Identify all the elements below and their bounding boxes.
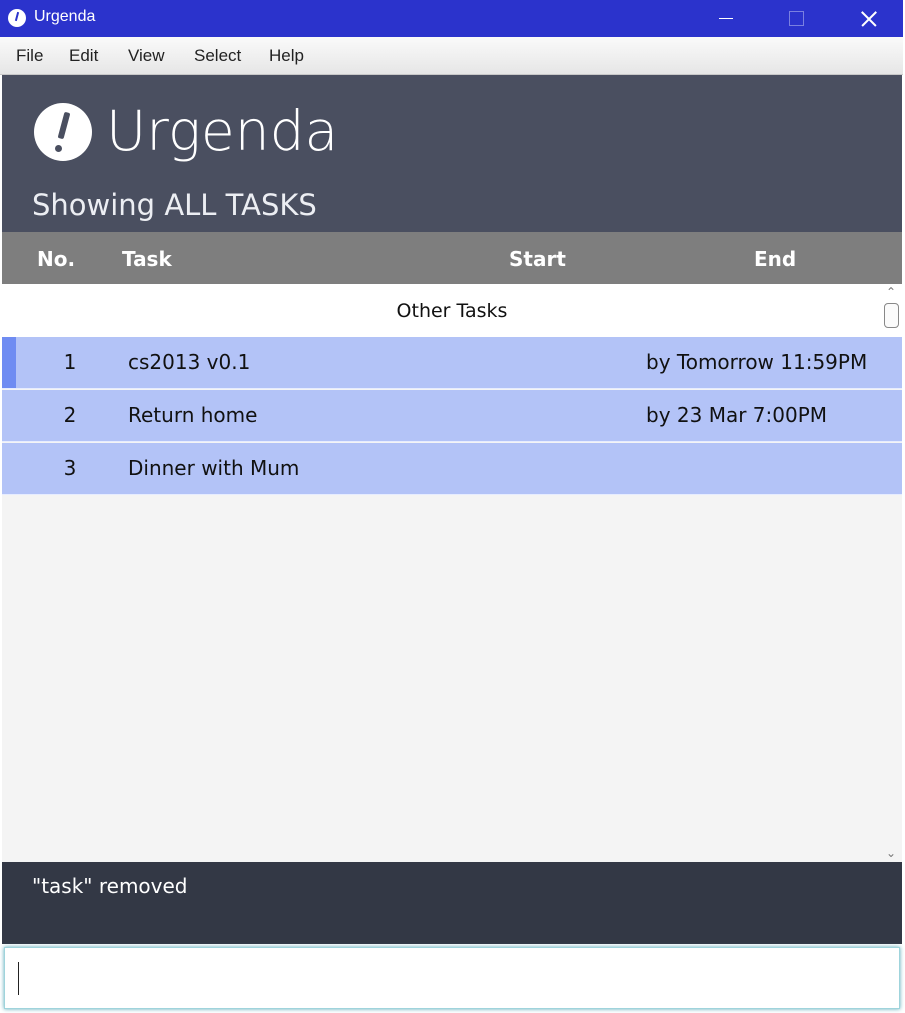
maximize-button[interactable] xyxy=(766,0,826,37)
column-end: End xyxy=(754,247,797,271)
task-number: 1 xyxy=(63,350,77,374)
view-subtitle: Showing ALL TASKS xyxy=(32,188,317,222)
task-row[interactable]: 2 Return home by 23 Mar 7:00PM xyxy=(2,390,902,442)
section-title: Other Tasks xyxy=(396,300,508,322)
urgenda-logo-icon xyxy=(34,103,92,161)
close-button[interactable] xyxy=(837,0,897,37)
task-name: cs2013 v0.1 xyxy=(128,350,251,374)
feedback-panel: "task" removed xyxy=(2,862,902,944)
app-icon xyxy=(8,9,26,27)
column-header: No. Task Start End xyxy=(2,232,902,284)
app-logo-text: Urgenda xyxy=(106,99,339,163)
task-name: Return home xyxy=(128,403,258,427)
title-bar: Urgenda xyxy=(0,0,903,37)
task-number: 2 xyxy=(63,403,77,427)
task-number: 3 xyxy=(63,456,77,480)
menu-help[interactable]: Help xyxy=(269,46,304,66)
column-start: Start xyxy=(509,247,566,271)
feedback-message: "task" removed xyxy=(32,874,188,898)
app-header: Urgenda Showing ALL TASKS xyxy=(2,75,902,232)
menu-select[interactable]: Select xyxy=(194,46,241,66)
task-row[interactable]: 3 Dinner with Mum xyxy=(2,443,902,495)
scrollbar-thumb[interactable] xyxy=(884,303,899,328)
window-title: Urgenda xyxy=(34,8,96,25)
selection-indicator xyxy=(2,337,16,388)
menu-bar: File Edit View Select Help xyxy=(0,37,903,75)
command-input[interactable] xyxy=(4,947,900,1009)
task-end: by Tomorrow 11:59PM xyxy=(646,350,868,374)
menu-view[interactable]: View xyxy=(128,46,165,66)
minimize-button[interactable] xyxy=(697,0,757,37)
menu-edit[interactable]: Edit xyxy=(69,46,98,66)
menu-file[interactable]: File xyxy=(16,46,43,66)
column-task: Task xyxy=(122,247,172,271)
scroll-down-chevron-icon[interactable]: ⌄ xyxy=(883,847,899,859)
section-header: Other Tasks xyxy=(2,285,902,337)
column-no: No. xyxy=(37,247,76,271)
task-name: Dinner with Mum xyxy=(128,456,300,480)
task-end: by 23 Mar 7:00PM xyxy=(646,403,828,427)
scroll-up-chevron-icon[interactable]: ⌃ xyxy=(883,286,899,298)
task-row[interactable]: 1 cs2013 v0.1 by Tomorrow 11:59PM xyxy=(2,337,902,389)
text-caret xyxy=(18,962,19,995)
task-list[interactable]: Other Tasks 1 cs2013 v0.1 by Tomorrow 11… xyxy=(2,285,902,862)
